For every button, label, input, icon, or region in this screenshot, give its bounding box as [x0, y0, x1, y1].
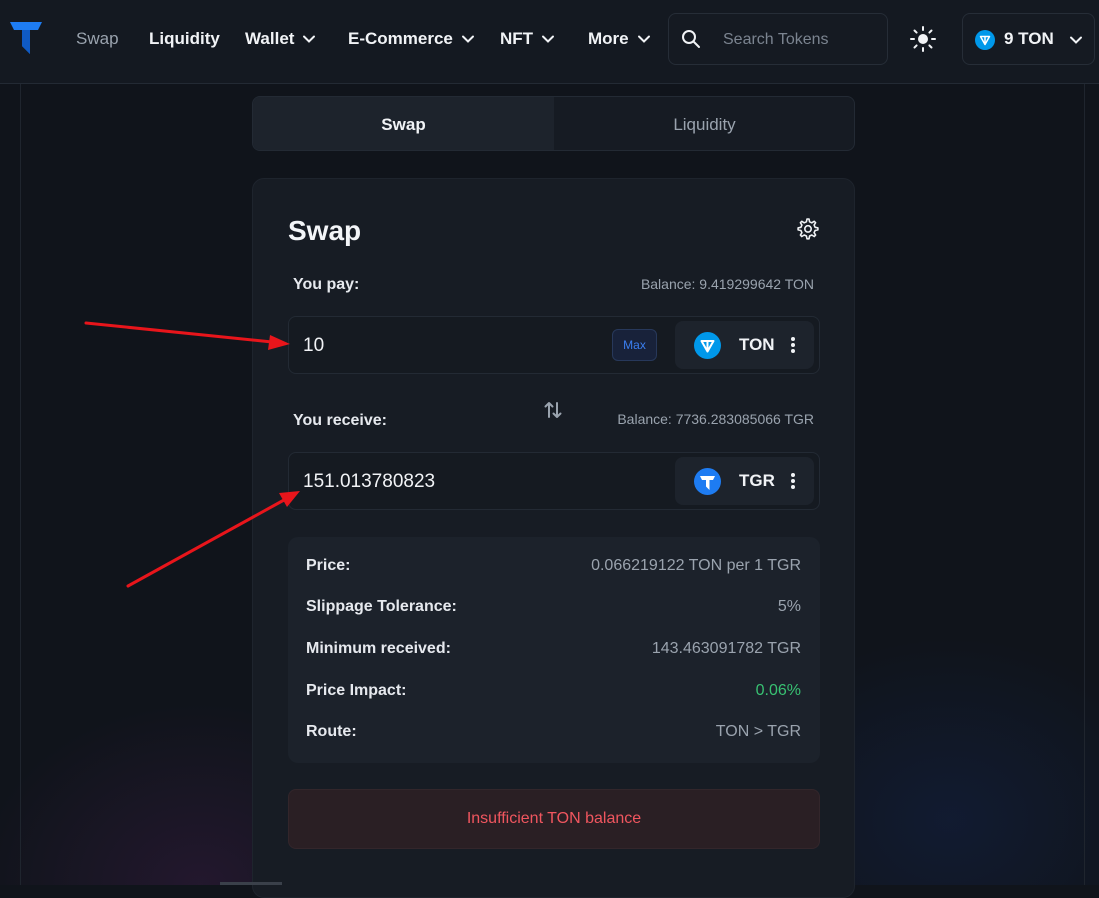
receive-amount-box: TGR	[288, 452, 820, 510]
wallet-balance-label: 9 TON	[1004, 29, 1054, 48]
receive-label: You receive:	[293, 412, 387, 429]
swap-direction-icon[interactable]	[542, 399, 564, 421]
detail-value: 0.066219122 TON per 1 TGR	[591, 557, 801, 574]
detail-row-price-impact: Price Impact: 0.06%	[306, 682, 801, 706]
chevron-down-icon	[461, 35, 474, 43]
tab-swap[interactable]: Swap	[253, 97, 554, 150]
detail-row-slippage: Slippage Tolerance: 5%	[306, 598, 801, 622]
chevron-down-icon	[303, 35, 316, 43]
app-logo-icon[interactable]	[8, 18, 44, 58]
detail-key: Price Impact:	[306, 682, 407, 699]
detail-value: 143.463091782 TGR	[651, 640, 801, 657]
detail-row-route: Route: TON > TGR	[306, 723, 801, 747]
ton-icon	[975, 30, 995, 50]
detail-value: TON > TGR	[715, 723, 801, 740]
tab-liquidity[interactable]: Liquidity	[554, 97, 854, 150]
nav-ecommerce[interactable]: E-Commerce	[348, 27, 475, 51]
more-vertical-icon	[791, 473, 795, 489]
search-icon	[682, 30, 700, 48]
swap-title: Swap	[288, 215, 362, 246]
sun-icon[interactable]	[906, 22, 940, 56]
left-border-line	[20, 84, 21, 885]
search-input[interactable]	[723, 28, 879, 52]
nav-more[interactable]: More	[588, 27, 651, 51]
receive-token-label: TGR	[739, 471, 775, 490]
receive-amount-input[interactable]	[303, 469, 603, 495]
search-box[interactable]	[668, 13, 888, 65]
nav-wallet[interactable]: Wallet	[245, 27, 316, 51]
nav-nft[interactable]: NFT	[500, 27, 555, 51]
receive-token-select[interactable]: TGR	[675, 457, 814, 505]
chevron-down-icon	[637, 35, 650, 43]
receive-balance: Balance: 7736.283085066 TGR	[617, 411, 814, 427]
pay-token-label: TON	[739, 335, 775, 354]
detail-key: Route:	[306, 723, 357, 740]
nav-ecommerce-label: E-Commerce	[348, 29, 453, 48]
detail-value: 0.06%	[755, 682, 801, 699]
pay-token-select[interactable]: TON	[675, 321, 814, 369]
ton-token-icon	[694, 332, 721, 359]
detail-key: Minimum received:	[306, 640, 451, 657]
nav-more-label: More	[588, 29, 629, 48]
swap-card: Swap You pay: Balance: 9.419299642 TON M…	[252, 178, 855, 898]
nav-swap[interactable]: Swap	[76, 27, 119, 51]
nav-wallet-label: Wallet	[245, 29, 295, 48]
gear-icon[interactable]	[796, 217, 820, 241]
chevron-down-icon	[542, 35, 555, 43]
pay-amount-input[interactable]	[303, 333, 603, 359]
nav-swap-label: Swap	[76, 29, 119, 48]
wallet-balance-button[interactable]: 9 TON	[962, 13, 1095, 65]
detail-row-minimum-received: Minimum received: 143.463091782 TGR	[306, 640, 801, 664]
nav-liquidity[interactable]: Liquidity	[149, 27, 220, 51]
chevron-down-icon	[1070, 36, 1082, 44]
tab-swap-label: Swap	[381, 114, 426, 134]
tab-liquidity-label: Liquidity	[673, 114, 736, 134]
tgr-token-icon	[694, 468, 721, 495]
swap-liquidity-tabs: Swap Liquidity	[252, 96, 855, 151]
pay-label: You pay:	[293, 276, 360, 293]
detail-row-price: Price: 0.066219122 TON per 1 TGR	[306, 557, 801, 581]
top-navbar: Swap Liquidity Wallet E-Commerce NFT Mor…	[0, 0, 1099, 84]
pay-balance: Balance: 9.419299642 TON	[640, 276, 814, 292]
max-button[interactable]: Max	[612, 329, 657, 361]
detail-key: Slippage Tolerance:	[306, 598, 457, 615]
swap-details-panel: Price: 0.066219122 TON per 1 TGR Slippag…	[288, 537, 820, 763]
right-border-line	[1084, 84, 1085, 885]
insufficient-balance-button[interactable]: Insufficient TON balance	[288, 789, 820, 849]
detail-value: 5%	[777, 598, 801, 615]
detail-key: Price:	[306, 557, 351, 574]
more-vertical-icon	[791, 337, 795, 353]
pay-amount-box: Max TON	[288, 316, 820, 374]
nav-liquidity-label: Liquidity	[149, 29, 220, 48]
nav-nft-label: NFT	[500, 29, 534, 48]
